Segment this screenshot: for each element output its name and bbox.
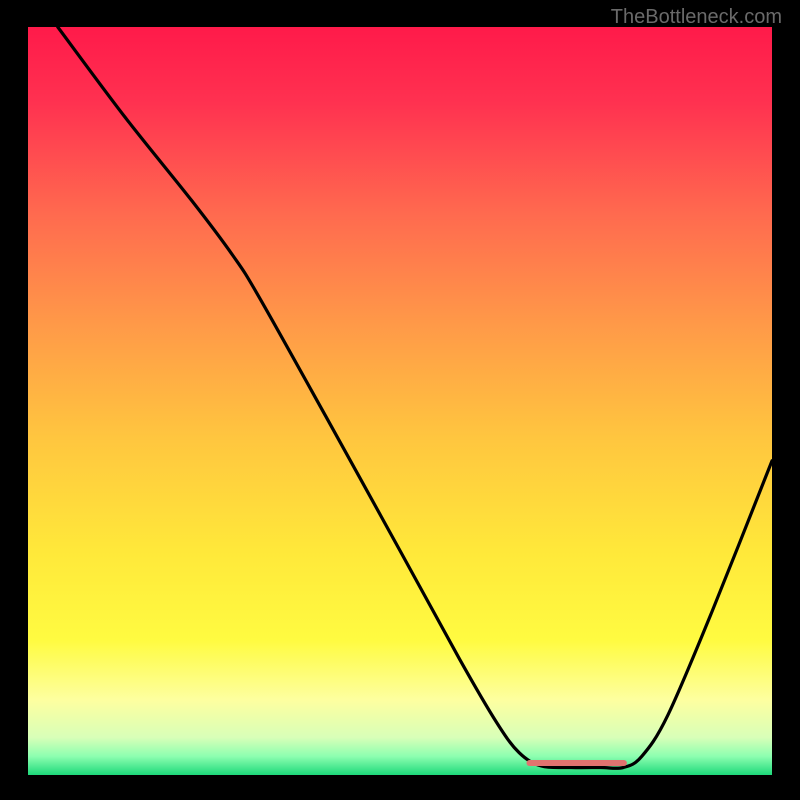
marker-band: [526, 760, 626, 766]
chart-background: [28, 27, 772, 775]
watermark-text: TheBottleneck.com: [611, 6, 782, 29]
chart-svg: [28, 27, 772, 775]
chart-container: [28, 27, 772, 775]
